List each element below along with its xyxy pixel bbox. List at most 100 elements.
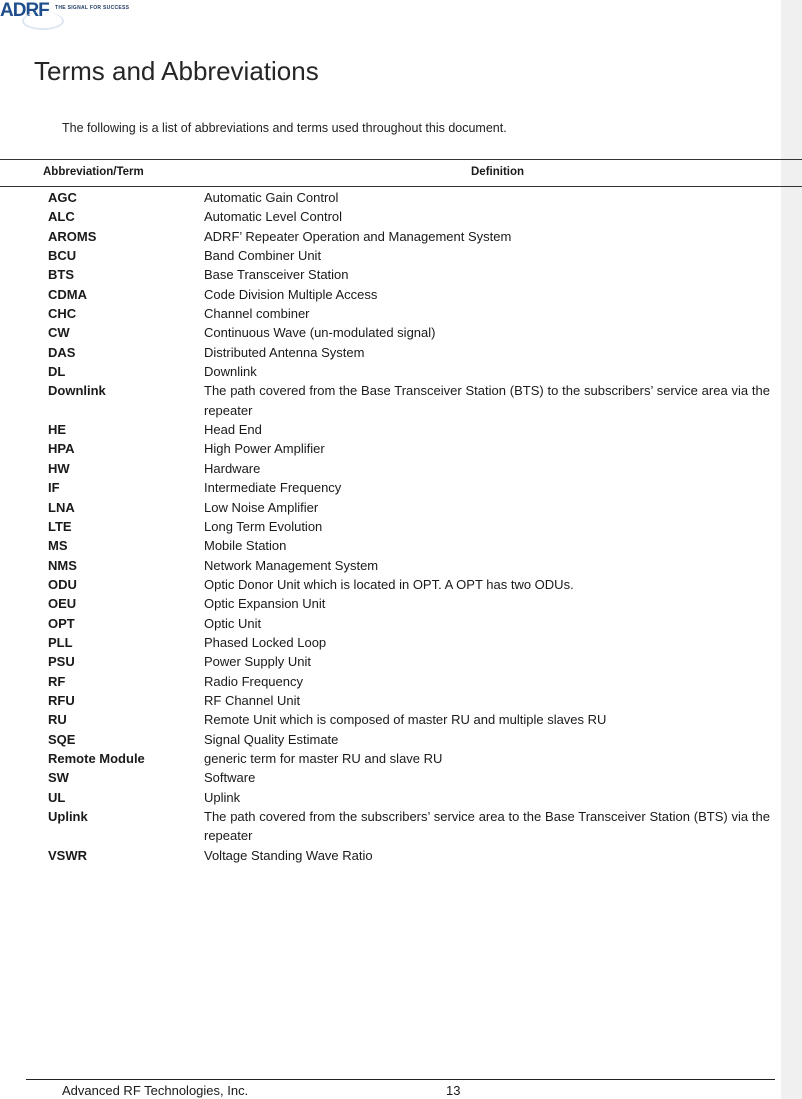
row-definition: Mobile Station [204, 538, 287, 554]
row-term: DAS [48, 344, 76, 360]
row-definition: Software [204, 770, 256, 786]
row-definition: Low Noise Amplifier [204, 499, 319, 515]
row-term: Uplink [48, 809, 88, 824]
row-term: ALC [48, 209, 75, 225]
row-definition: Optic Expansion Unit [204, 596, 326, 612]
row-term: AROMS [48, 228, 97, 244]
table-row: RU Remote Unit which is composed of maste… [0, 710, 781, 729]
table-row: BCU Band Combiner Unit [0, 246, 781, 265]
table-row: ODU Optic Donor Unit which is located in … [0, 575, 781, 594]
table-row: ALC Automatic Level Control [0, 207, 781, 226]
row-term: CHC [48, 306, 77, 322]
row-definition: Phased Locked Loop [204, 634, 327, 650]
row-definition: The path covered from the subscribers’ s… [204, 809, 770, 844]
row-definition: Signal Quality Estimate [204, 731, 339, 747]
row-definition: Channel combiner [204, 306, 310, 322]
logo-signal-icon [22, 12, 64, 30]
table-row: NMS Network Management System [0, 556, 781, 575]
row-definition: High Power Amplifier [204, 441, 325, 457]
row-term: LTE [48, 518, 72, 534]
row-term: BTS [48, 267, 74, 283]
table-row: UL Uplink [0, 788, 781, 807]
table-row: HE Head End [0, 420, 781, 439]
row-definition: Uplink [204, 789, 241, 805]
row-term: OPT [48, 615, 75, 631]
table-row: PSU Power Supply Unit [0, 652, 781, 671]
row-term: HPA [48, 441, 75, 457]
row-term: DL [48, 364, 66, 380]
row-definition: Network Management System [204, 557, 379, 573]
row-term: HW [48, 460, 70, 476]
row-term: IF [48, 480, 60, 496]
row-term: SQE [48, 731, 76, 747]
table-row: VSWR Voltage Standing Wave Ratio [0, 846, 781, 865]
row-definition: Automatic Level Control [204, 209, 343, 225]
table-row: SQE Signal Quality Estimate [0, 730, 781, 749]
row-definition: Voltage Standing Wave Ratio [204, 847, 373, 863]
row-term: RU [48, 712, 67, 728]
column-header-term: Abbreviation/Term [43, 166, 144, 178]
row-term: PLL [48, 634, 73, 650]
table-row: RFU RF Channel Unit [0, 691, 781, 710]
row-definition: Base Transceiver Station [204, 267, 349, 283]
page-title: Terms and Abbreviations [34, 56, 319, 86]
row-term: SW [48, 770, 69, 786]
row-term: Remote Module [48, 750, 145, 766]
row-definition: Band Combiner Unit [204, 248, 322, 264]
row-definition: Intermediate Frequency [204, 480, 342, 496]
row-definition: Code Division Multiple Access [204, 286, 378, 302]
row-term: RFU [48, 692, 75, 708]
table-row: LTE Long Term Evolution [0, 517, 781, 536]
page-number: 13 [446, 1083, 461, 1098]
row-term: RF [48, 673, 66, 689]
row-term: ODU [48, 576, 77, 592]
table-row: CDMA Code Division Multiple Access [0, 285, 781, 304]
row-definition: Optic Unit [204, 615, 262, 631]
row-definition: Long Term Evolution [204, 518, 323, 534]
table-row: MS Mobile Station [0, 536, 781, 555]
table-row: CHC Channel combiner [0, 304, 781, 323]
table-row: DAS Distributed Antenna System [0, 343, 781, 362]
row-term: VSWR [48, 847, 87, 863]
row-term: NMS [48, 557, 77, 573]
row-definition: Head End [204, 422, 262, 438]
row-term: HE [48, 422, 67, 438]
footer-divider [26, 1079, 775, 1080]
row-definition: Hardware [204, 460, 261, 476]
logo-tagline: THE SIGNAL FOR SUCCESS [55, 5, 130, 11]
row-definition: Downlink [204, 364, 257, 380]
table-row: IF Intermediate Frequency [0, 478, 781, 497]
table-row: AROMS ADRF’ Repeater Operation and Manage… [0, 227, 781, 246]
row-definition: RF Channel Unit [204, 692, 301, 708]
table-row: HPA High Power Amplifier [0, 439, 781, 458]
table-row: CW Continuous Wave (un-modulated signal) [0, 323, 781, 342]
row-definition: Remote Unit which is composed of master … [204, 712, 607, 728]
table-row: SW Software [0, 768, 781, 787]
row-term: LNA [48, 499, 75, 515]
row-definition: Distributed Antenna System [204, 344, 365, 360]
table-row: LNA Low Noise Amplifier [0, 498, 781, 517]
footer-company: Advanced RF Technologies, Inc. [62, 1083, 249, 1098]
row-term: OEU [48, 596, 77, 612]
row-definition: Radio Frequency [204, 673, 303, 689]
row-term: CW [48, 325, 70, 341]
intro-text: The following is a list of abbreviations… [62, 121, 507, 135]
table-row: Uplink The path covered from the subscrib… [0, 807, 781, 846]
table-row: PLL Phased Locked Loop [0, 633, 781, 652]
column-header-definition: Definition [471, 166, 525, 178]
row-definition: Continuous Wave (un-modulated signal) [204, 325, 436, 341]
row-definition: Optic Donor Unit which is located in OPT… [204, 576, 574, 592]
row-definition: generic term for master RU and slave RU [204, 750, 443, 766]
table-header: Abbreviation/Term Definition [0, 159, 802, 187]
table-row: Remote Module generic term for master RU … [0, 749, 781, 768]
table-row: OPT Optic Unit [0, 614, 781, 633]
row-term: AGC [48, 190, 77, 205]
table-row: Downlink The path covered from the Base T… [0, 381, 781, 420]
row-definition: The path covered from the Base Transceiv… [204, 383, 770, 418]
row-definition: Power Supply Unit [204, 654, 311, 670]
row-term: Downlink [48, 383, 106, 399]
row-term: BCU [48, 248, 77, 264]
table-row: HW Hardware [0, 459, 781, 478]
row-term: CDMA [48, 286, 87, 302]
row-definition: Automatic Gain Control [204, 190, 339, 205]
